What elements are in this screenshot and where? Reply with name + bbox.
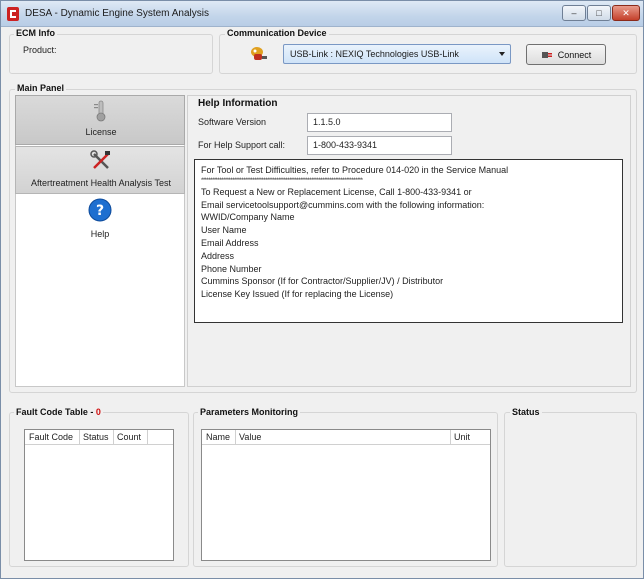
plug-connect-icon: [541, 51, 552, 58]
support-phone-label: For Help Support call:: [198, 140, 286, 150]
help-text-area[interactable]: For Tool or Test Difficulties, refer to …: [194, 159, 623, 323]
connect-label: Connect: [557, 49, 592, 60]
nav-item-aftertreatment-test[interactable]: Aftertreatment Health Analysis Test: [15, 146, 185, 194]
nav-label-aftertreatment-test: Aftertreatment Health Analysis Test: [31, 178, 171, 188]
help-line: Email servicetoolsupport@cummins.com wit…: [201, 199, 485, 210]
nav-label-license: License: [85, 127, 117, 137]
selected-device-text: USB-Link : NEXIQ Technologies USB-Link: [290, 49, 459, 59]
help-line: ****************************************…: [201, 177, 363, 184]
fault-code-grid-header: Fault Code Status Count: [25, 430, 173, 445]
title-bar: DESA - Dynamic Engine System Analysis – …: [1, 1, 643, 27]
help-line: Phone Number: [201, 263, 262, 274]
help-line: For Tool or Test Difficulties, refer to …: [201, 165, 509, 175]
parameters-monitoring-title: Parameters Monitoring: [198, 407, 301, 417]
software-version-label: Software Version: [198, 117, 267, 127]
svg-text:?: ?: [96, 203, 104, 219]
thermometer-icon: [94, 100, 106, 122]
main-panel-title: Main Panel: [15, 83, 67, 93]
column-header-fault-code[interactable]: Fault Code: [29, 432, 73, 442]
connect-button[interactable]: Connect: [526, 44, 606, 65]
communication-device-select[interactable]: USB-Link : NEXIQ Technologies USB-Link: [283, 44, 511, 64]
help-line: User Name: [201, 225, 247, 236]
close-button[interactable]: ✕: [612, 5, 640, 21]
fault-code-grid[interactable]: Fault Code Status Count: [24, 429, 174, 561]
ecm-info-title: ECM Info: [14, 28, 57, 38]
fault-code-table-label: Fault Code Table -: [16, 407, 96, 417]
support-phone-field[interactable]: 1-800-433-9341: [307, 136, 452, 155]
help-line: License Key Issued (If for replacing the…: [201, 289, 394, 300]
status-title: Status: [510, 407, 542, 417]
product-label: Product:: [23, 45, 57, 55]
help-line: Cummins Sponsor (If for Contractor/Suppl…: [201, 276, 444, 287]
fault-code-count: 0: [95, 407, 101, 417]
software-version-field[interactable]: 1.1.5.0: [307, 113, 452, 132]
help-line: To Request a New or Replacement License,…: [201, 186, 472, 197]
nav-item-license[interactable]: License: [15, 95, 185, 145]
help-icon: ?: [88, 198, 112, 222]
help-line: WWID/Company Name: [201, 212, 295, 223]
minimize-button[interactable]: –: [562, 5, 586, 21]
column-header-value[interactable]: Value: [239, 432, 261, 442]
parameters-grid-header: Name Value Unit: [202, 430, 490, 445]
chevron-down-icon: [499, 52, 505, 56]
usb-link-device-icon: [251, 47, 267, 60]
help-information-title: Help Information: [196, 98, 280, 109]
nav-label-help: Help: [90, 229, 110, 239]
parameters-grid[interactable]: Name Value Unit: [201, 429, 491, 561]
status-group: [504, 412, 637, 567]
column-header-name[interactable]: Name: [206, 432, 230, 442]
app-window: DESA - Dynamic Engine System Analysis – …: [0, 0, 644, 579]
communication-device-title: Communication Device: [225, 28, 329, 38]
column-header-count[interactable]: Count: [117, 432, 141, 442]
column-header-unit[interactable]: Unit: [454, 432, 470, 442]
help-line: Address: [201, 250, 235, 261]
window-title: DESA - Dynamic Engine System Analysis: [25, 8, 209, 19]
cummins-logo-icon: [7, 7, 19, 21]
column-header-status[interactable]: Status: [83, 432, 109, 442]
fault-code-table-title: Fault Code Table - 0: [14, 407, 103, 417]
tools-icon: [90, 150, 110, 169]
help-line: Email Address: [201, 237, 259, 248]
maximize-button[interactable]: □: [587, 5, 611, 21]
nav-item-help[interactable]: ? Help: [15, 196, 185, 244]
